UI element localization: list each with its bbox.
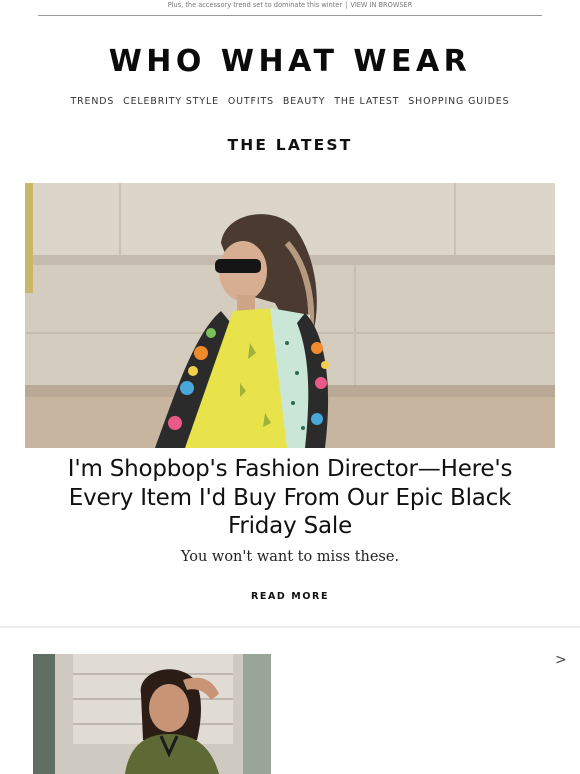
read-more-link[interactable]: READ MORE — [0, 591, 580, 602]
brand-logo[interactable]: WHO WHAT WEAR — [0, 44, 580, 79]
feature-subhead: You won't want to miss these. — [180, 549, 400, 565]
section-divider — [0, 626, 580, 628]
view-in-browser-link[interactable]: VIEW IN BROWSER — [350, 1, 412, 9]
nav-item-celebrity-style[interactable]: CELEBRITY STYLE — [123, 96, 219, 107]
nav-item-outfits[interactable]: OUTFITS — [228, 96, 274, 107]
chevron-right-icon: > — [555, 652, 567, 668]
preheader-text: Plus, the accessory trend set to dominat… — [167, 1, 343, 9]
nav-item-trends[interactable]: TRENDS — [71, 96, 115, 107]
carousel-next-button[interactable]: > — [555, 652, 567, 668]
nav-item-the-latest[interactable]: THE LATEST — [334, 96, 399, 107]
nav-item-beauty[interactable]: BEAUTY — [283, 96, 325, 107]
nav-item-shopping-guides[interactable]: SHOPPING GUIDES — [408, 96, 509, 107]
preheader: Plus, the accessory trend set to dominat… — [38, 0, 542, 16]
main-nav: TRENDS CELEBRITY STYLE OUTFITS BEAUTY TH… — [0, 96, 580, 107]
feature-hero-image[interactable] — [25, 183, 555, 448]
carousel-thumbnail-image[interactable] — [33, 654, 271, 774]
section-title: THE LATEST — [227, 136, 353, 154]
feature-headline[interactable]: I'm Shopbop's Fashion Director—Here's Ev… — [60, 455, 520, 541]
preheader-separator: | — [345, 1, 348, 9]
